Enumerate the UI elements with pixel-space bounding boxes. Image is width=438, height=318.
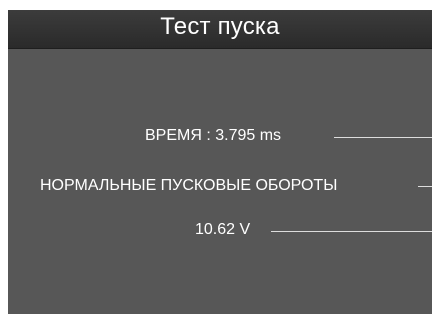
voltage-leader-line: [271, 231, 432, 232]
cranking-time-readout: ВРЕМЯ : 3.795 ms: [145, 127, 282, 144]
screen-title: Тест пуска: [160, 13, 280, 40]
title-bar: Тест пуска: [8, 10, 432, 49]
battery-voltage-readout: 10.62 V: [195, 221, 251, 238]
time-leader-line: [334, 137, 432, 138]
cranking-test-screen: Тест пуска ВРЕМЯ : 3.795 ms НОРМАЛЬНЫЕ П…: [8, 10, 432, 314]
rpm-leader-line: [418, 186, 432, 187]
cranking-rpm-status: НОРМАЛЬНЫЕ ПУСКОВЫЕ ОБОРОТЫ: [40, 177, 338, 194]
